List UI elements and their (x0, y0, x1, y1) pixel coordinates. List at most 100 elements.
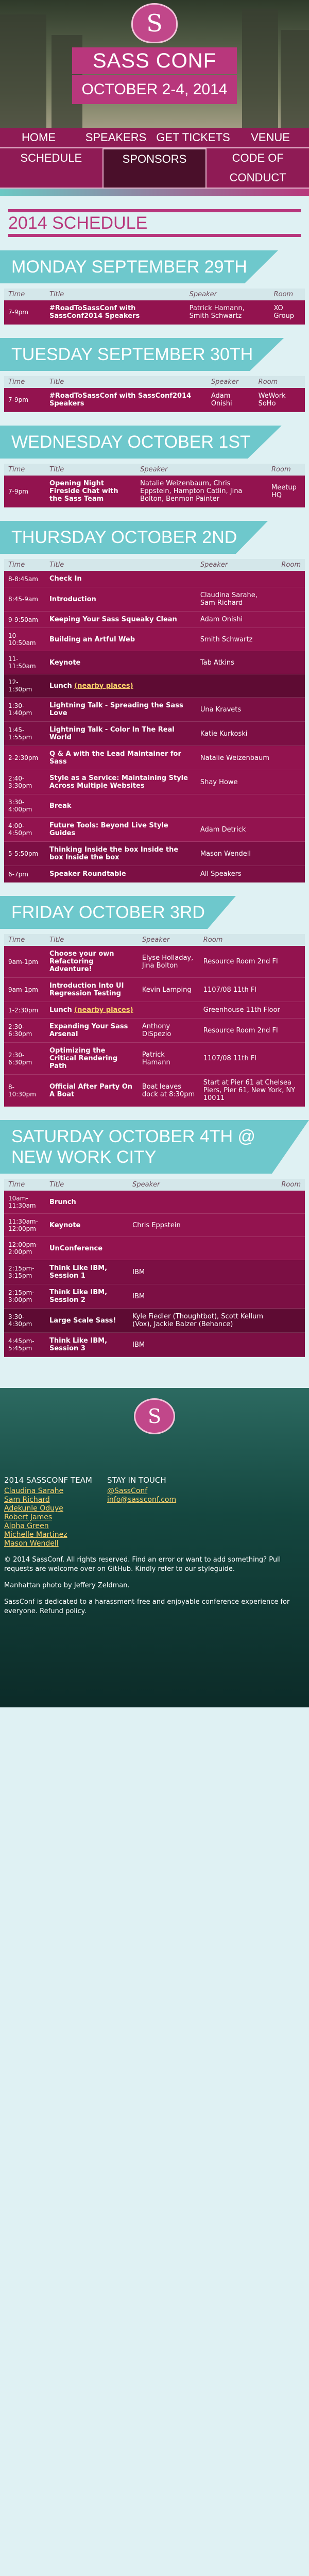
site-title: SASS CONF (72, 47, 237, 74)
column-header-speaker: Speaker (185, 289, 270, 300)
sassconf-logo[interactable]: S (131, 3, 178, 43)
footer-content: 2014 SASSCONF TEAM Claudina Sarahe Sam Ri… (4, 1476, 305, 1616)
day-section: MONDAY SEPTEMBER 29TH Time Title Speaker Roo… (0, 250, 309, 325)
session-time: 8-8:45am (4, 571, 45, 587)
session-title-cell: Lunch (nearby places) (45, 1002, 138, 1019)
nearby-places-link[interactable]: (nearby places) (74, 1006, 133, 1014)
session-time: 12:00pm-2:00pm (4, 1236, 45, 1260)
table-row: 3:30-4:30pm Large Scale Sass! Kyle Fiedler… (4, 1308, 305, 1333)
session-title-cell: Introduction Into UI Regression Testing (45, 977, 138, 1002)
session-title-cell: Speaker Roundtable (45, 866, 196, 883)
session-room (277, 587, 305, 612)
session-time: 1:30-1:40pm (4, 697, 45, 722)
email-link[interactable]: info@sassconf.com (107, 1496, 176, 1504)
session-room (277, 697, 305, 722)
session-title-cell: Brunch (45, 1191, 129, 1214)
table-row: 7-9pm Opening Night Fireside Chat with th… (4, 476, 305, 507)
session-speaker: IBM (128, 1260, 278, 1284)
session-speaker: Shay Howe (196, 770, 278, 794)
session-speaker: Smith Schwartz (196, 628, 278, 651)
session-room (277, 1213, 305, 1237)
nav-speakers[interactable]: SPEAKERS (77, 128, 154, 148)
session-room (277, 1236, 305, 1260)
day-section: WEDNESDAY OCTOBER 1ST Time Title Speaker Roo… (0, 426, 309, 507)
session-title-cell: Lightning Talk - Spreading the Sass Love (45, 697, 196, 722)
session-speaker (128, 1191, 278, 1214)
day-section: TUESDAY SEPTEMBER 30TH Time Title Speaker Ro… (0, 338, 309, 412)
session-room (277, 817, 305, 842)
session-room (277, 770, 305, 794)
session-time: 2:40-3:30pm (4, 770, 45, 794)
column-header-room: Room (269, 289, 305, 300)
day-heading: SATURDAY OCTOBER 4TH @ NEW WORK CITY (0, 1120, 309, 1174)
session-speaker: Adam Detrick (196, 817, 278, 842)
session-title: Large Scale Sass! (49, 1316, 116, 1325)
session-title-cell: UnConference (45, 1236, 129, 1260)
team-member-link[interactable]: Adekunle Oduye (4, 1504, 63, 1513)
session-speaker (138, 1002, 199, 1019)
table-row: 1-2:30pm Lunch (nearby places) Greenhouse … (4, 1002, 305, 1019)
table-row: 4:45pm-5:45pm Think Like IBM, Session 3 IB… (4, 1332, 305, 1357)
session-title-cell: Optimizing the Critical Rendering Path (45, 1042, 138, 1075)
column-header-speaker: Speaker (196, 559, 278, 571)
session-title-cell: Lunch (nearby places) (45, 674, 196, 698)
session-speaker: Natalie Weizenbaum (196, 745, 278, 770)
session-speaker: IBM (128, 1284, 278, 1309)
team-member-link[interactable]: Sam Richard (4, 1496, 50, 1504)
session-room (277, 841, 305, 866)
session-speaker: Claudina Sarahe, Sam Richard (196, 587, 278, 612)
hero-banner: S SASS CONF OCTOBER 2-4, 2014 (0, 0, 309, 128)
table-row: 7-9pm #RoadToSassConf with SassConf2014 S… (4, 300, 305, 325)
session-title: Q & A with the Lead Maintainer for Sass (49, 750, 181, 766)
team-member-link[interactable]: Mason Wendell (4, 1539, 59, 1548)
session-title: Check In (49, 575, 82, 583)
session-time: 8:45-9am (4, 587, 45, 612)
session-speaker: Boat leaves dock at 8:30pm (138, 1074, 199, 1107)
session-title-cell: Opening Night Fireside Chat with the Sas… (45, 476, 136, 507)
session-title: Brunch (49, 1198, 76, 1206)
nav-get-tickets[interactable]: GET TICKETS (154, 128, 232, 148)
session-title-cell: Keynote (45, 651, 196, 674)
session-room: Meetup HQ (267, 476, 305, 507)
column-header-title: Title (45, 289, 185, 300)
column-header-speaker: Speaker (136, 464, 268, 476)
nav-schedule[interactable]: SCHEDULE (0, 148, 102, 189)
session-title: Choose your own Refactoring Adventure! (49, 950, 114, 973)
day-heading: THURSDAY OCTOBER 2ND (0, 521, 268, 554)
session-time: 7-9pm (4, 476, 45, 507)
page-title: 2014 SCHEDULE (8, 213, 148, 233)
footer-logo[interactable]: S (134, 1398, 175, 1434)
session-speaker: Kyle Fiedler (Thoughtbot), Scott Kellum … (128, 1308, 278, 1333)
column-header-room: Room (277, 559, 305, 571)
team-member-link[interactable]: Claudina Sarahe (4, 1487, 63, 1495)
team-member-link[interactable]: Robert James (4, 1513, 52, 1521)
nav-code-of-conduct[interactable]: CODE OF CONDUCT (207, 148, 309, 189)
session-speaker: Elyse Holladay, Jina Bolton (138, 946, 199, 978)
twitter-link[interactable]: @SassConf (107, 1487, 147, 1495)
session-title: Introduction (49, 595, 96, 603)
column-header-time: Time (4, 934, 45, 946)
session-speaker (128, 1236, 278, 1260)
session-speaker: Patrick Hamann (138, 1042, 199, 1075)
schedule-days: MONDAY SEPTEMBER 29TH Time Title Speaker Roo… (0, 250, 309, 1357)
session-title-cell: #RoadToSassConf with SassConf2014 Speake… (45, 300, 185, 325)
nearby-places-link[interactable]: (nearby places) (74, 682, 133, 690)
team-member-link[interactable]: Michelle Martinez (4, 1531, 67, 1539)
column-header-time: Time (4, 559, 45, 571)
session-title: Speaker Roundtable (49, 870, 126, 878)
column-header-time: Time (4, 376, 45, 388)
column-header-title: Title (45, 464, 136, 476)
session-title: Future Tools: Beyond Live Style Guides (49, 822, 168, 837)
session-room (277, 674, 305, 698)
session-title: #RoadToSassConf with SassConf2014 Speake… (49, 392, 192, 408)
nav-sponsors[interactable]: SPONSORS (102, 148, 207, 189)
team-member-link[interactable]: Alpha Green (4, 1522, 49, 1530)
schedule-table: Time Title Speaker Room 8-8:45am Check In 8:45… (4, 559, 305, 883)
table-row: 5-5:50pm Thinking Inside the box Inside t… (4, 841, 305, 866)
column-header-speaker: Speaker (207, 376, 254, 388)
nav-home[interactable]: HOME (0, 128, 77, 148)
session-title-cell: Think Like IBM, Session 3 (45, 1332, 129, 1357)
table-row: 3:30-4:00pm Break (4, 794, 305, 818)
table-row: 2:15pm-3:00pm Think Like IBM, Session 2 IB… (4, 1284, 305, 1309)
nav-venue[interactable]: VENUE (232, 128, 309, 148)
